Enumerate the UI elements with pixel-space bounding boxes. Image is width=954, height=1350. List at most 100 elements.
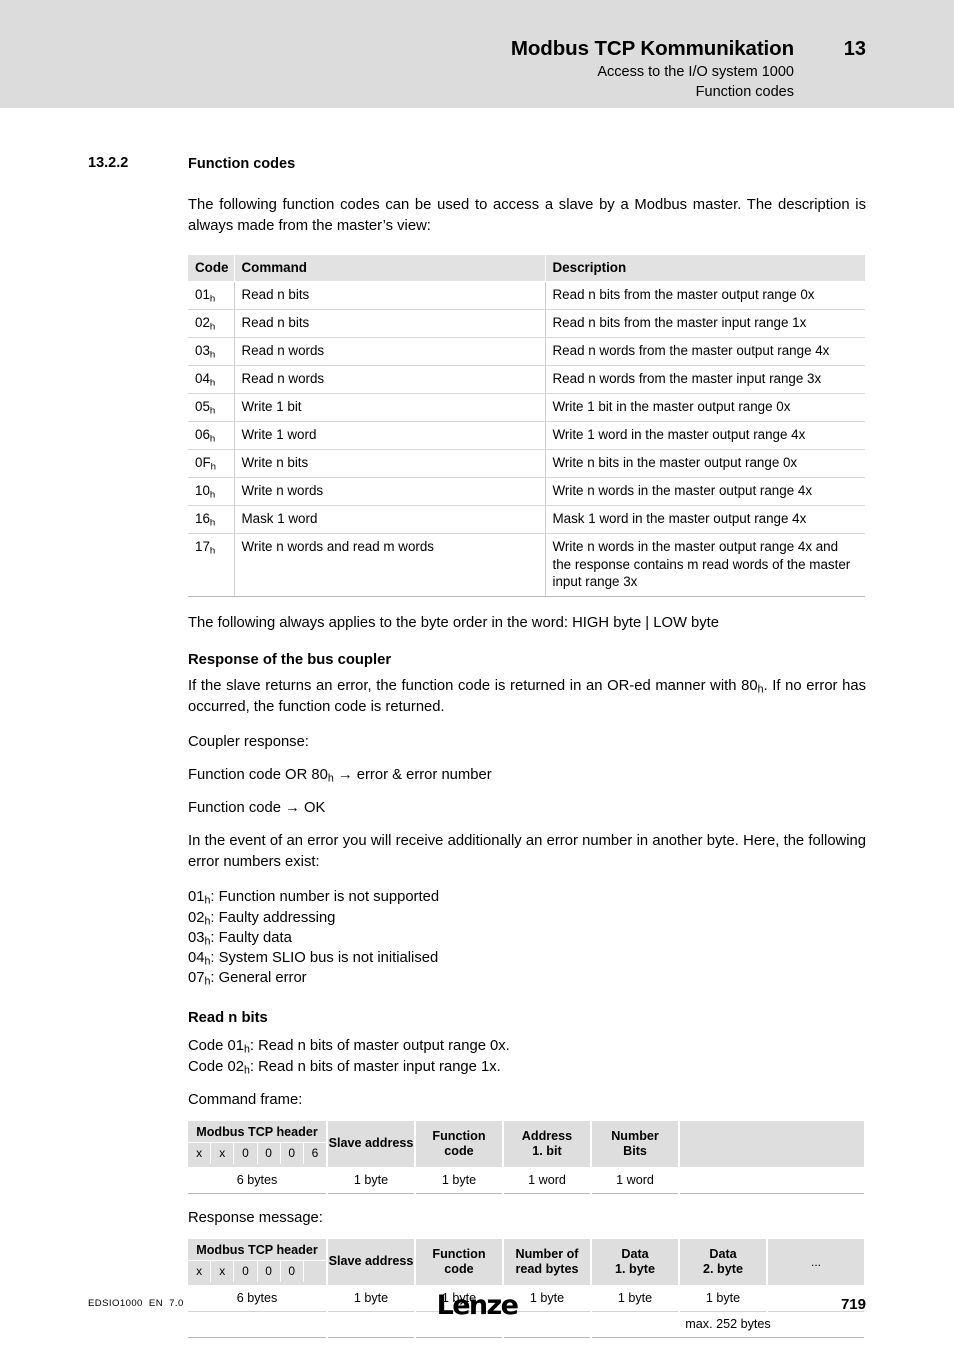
code-value: 05 <box>195 398 210 414</box>
command-frame-size-row: 6 bytes 1 byte 1 byte 1 word 1 word <box>188 1167 866 1194</box>
error-number-item: 02h: Faulty addressing <box>188 908 866 928</box>
read-code-2-text-a: Code 02 <box>188 1058 244 1075</box>
page-subtitle-1: Access to the I/O system 1000 <box>597 64 794 80</box>
coupler-line1-text-b: → error & error number <box>333 767 492 784</box>
cf-col-number-bits: Number Bits <box>591 1120 680 1168</box>
table-row: 0Fh Write n bits Write n bits in the maste… <box>188 449 865 478</box>
cf-col-slave-address: Slave address <box>327 1120 416 1168</box>
table-row: 17h Write n words and read m words Write n… <box>188 533 865 598</box>
error-text: : Function number is not supported <box>210 889 440 906</box>
error-number-item: 07h: General error <box>188 968 866 988</box>
page-header-content: Modbus TCP Kommunikation 13 Access to th… <box>106 37 866 102</box>
coupler-response-label: Coupler response: <box>188 734 309 751</box>
cf-tcp-header-bit-0: x <box>188 1142 212 1164</box>
response-message-label: Response message: <box>188 1209 323 1226</box>
code-value: 0F <box>195 454 211 470</box>
command-frame-header-row: Modbus TCP header xx0006 Slave address F… <box>188 1120 866 1168</box>
response-message-header-row: Modbus TCP header xx000 Slave address Fu… <box>188 1238 866 1286</box>
code-subscript: h <box>209 517 216 529</box>
code-subscript: h <box>209 489 216 501</box>
code-subscript: h <box>209 321 216 333</box>
cf-number-line1: Number <box>611 1128 659 1143</box>
rm-tcp-header-bit-2: 0 <box>234 1260 258 1282</box>
cf-col-function-code: Function code <box>415 1120 504 1168</box>
cell-command: Write n words <box>234 477 546 506</box>
cf-tcp-header-bit-1: x <box>211 1142 235 1164</box>
command-frame-label: Command frame: <box>188 1091 303 1108</box>
cell-code: 05h <box>188 393 235 422</box>
cf-address-line2: 1. bit <box>532 1143 562 1158</box>
footer-page-number: 719 <box>840 1296 866 1313</box>
rm-data2-line2: 2. byte <box>703 1261 743 1276</box>
page-title: Modbus TCP Kommunikation <box>510 37 794 60</box>
rm-numread-line1: Number of <box>515 1246 579 1261</box>
rm-col-data-1-byte: Data 1. byte <box>591 1238 680 1286</box>
chapter-number: 13 <box>843 38 866 60</box>
code-subscript: h <box>209 349 216 361</box>
cf-size-function-code: 1 byte <box>415 1167 504 1194</box>
cell-code: 06h <box>188 421 235 450</box>
cf-size-slave-address: 1 byte <box>327 1167 416 1194</box>
lenze-logo: Lenze <box>436 1290 519 1321</box>
cf-function-line1: Function <box>432 1128 486 1143</box>
table-row: 06h Write 1 word Write 1 word in the maste… <box>188 421 865 450</box>
table-row: 10h Write n words Write n words in the mas… <box>188 477 865 506</box>
cf-modbus-tcp-header-cell: Modbus TCP header xx0006 <box>188 1120 328 1168</box>
code-subscript: h <box>209 293 216 305</box>
byte-order-note: The following always applies to the byte… <box>188 615 720 632</box>
error-code: 04 <box>188 949 205 966</box>
cf-number-line2: Bits <box>623 1143 647 1158</box>
error-code: 03 <box>188 929 205 946</box>
cell-command: Write n words and read m words <box>234 533 546 598</box>
col-header-code: Code <box>188 255 235 282</box>
cell-code: 10h <box>188 477 235 506</box>
rm-col-function-code: Function code <box>415 1238 504 1286</box>
code-subscript: h <box>209 433 216 445</box>
table-header-row: Code Command Description <box>188 255 865 282</box>
cf-size-address: 1 word <box>503 1167 592 1194</box>
code-value: 16 <box>195 510 210 526</box>
cell-code: 02h <box>188 309 235 338</box>
table-row: 16h Mask 1 word Mask 1 word in the master … <box>188 505 865 534</box>
cf-size-number-bits: 1 word <box>591 1167 680 1194</box>
cell-description: Write n words in the master output range… <box>545 477 865 506</box>
cell-code: 16h <box>188 505 235 534</box>
code-value: 10 <box>195 482 210 498</box>
cell-command: Write n bits <box>234 449 546 478</box>
cell-code: 03h <box>188 337 235 366</box>
subheading-response-of-bus-coupler: Response of the bus coupler <box>188 652 392 669</box>
code-value: 06 <box>195 426 210 442</box>
col-header-command: Command <box>234 255 546 282</box>
function-codes-table: Code Command Description 01h Read n bits R… <box>188 255 865 598</box>
cf-size-tcp-header: 6 bytes <box>188 1167 328 1194</box>
subheading-read-n-bits: Read n bits <box>188 1009 268 1026</box>
or-ed-text-a: If the slave returns an error, the funct… <box>188 678 758 695</box>
error-number-item: 03h: Faulty data <box>188 928 866 948</box>
page-header-band: Modbus TCP Kommunikation 13 Access to th… <box>0 0 954 108</box>
read-code-2-text-b: : Read n bits of master input range 1x. <box>249 1058 501 1075</box>
read-code-1-text-b: : Read n bits of master output range 0x. <box>249 1037 510 1054</box>
table-row: 02h Read n bits Read n bits from the maste… <box>188 309 865 338</box>
cf-tcp-header-bit-3: 0 <box>258 1142 281 1164</box>
code-value: 02 <box>195 314 210 330</box>
page-content: 13.2.2 Function codes The following func… <box>0 108 954 1338</box>
code-subscript: h <box>209 405 216 417</box>
rm-data1-line1: Data <box>621 1246 649 1261</box>
section-intro-paragraph: The following function codes can be used… <box>188 197 866 234</box>
code-subscript: h <box>209 377 216 389</box>
coupler-response-line-2: Function code → OK <box>188 800 326 817</box>
response-message-block: Response message: <box>188 1208 866 1229</box>
rm-function-line2: code <box>444 1261 474 1276</box>
cell-description: Mask 1 word in the master output range 4… <box>545 505 865 534</box>
cell-code: 0Fh <box>188 449 235 478</box>
cf-modbus-tcp-header-bits: xx0006 <box>188 1142 326 1164</box>
section-title: Function codes <box>188 156 296 172</box>
cell-command: Write 1 bit <box>234 393 546 422</box>
code-subscript: h <box>209 544 216 556</box>
rm-col-ellipsis: ... <box>767 1238 866 1286</box>
error-text: : System SLIO bus is not initialised <box>210 949 439 966</box>
rm-col-number-of-read-bytes: Number of read bytes <box>503 1238 592 1286</box>
rm-tcp-header-bit-0: x <box>188 1260 212 1282</box>
cf-size-empty <box>679 1167 866 1194</box>
cf-tcp-header-bit-2: 0 <box>234 1142 258 1164</box>
